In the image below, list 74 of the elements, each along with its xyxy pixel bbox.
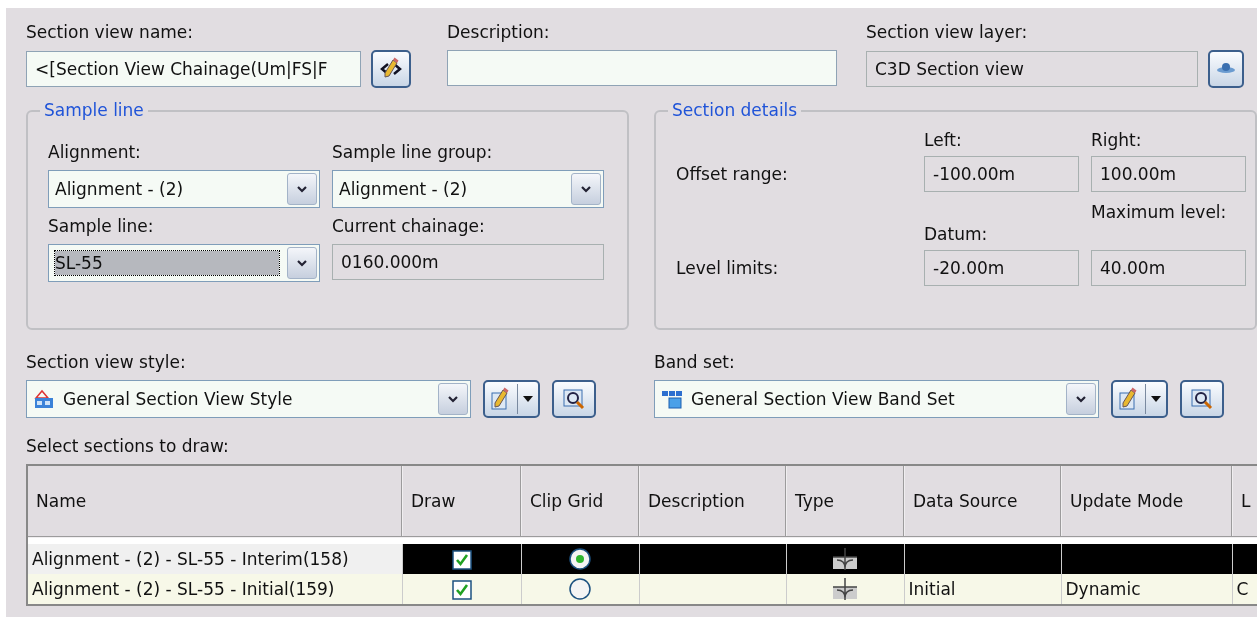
dropdown-button[interactable] [571, 173, 601, 205]
description-field[interactable] [447, 50, 837, 86]
column-header[interactable]: Data Source [904, 465, 1061, 537]
group-title: Sample line [40, 100, 148, 120]
field-label: Current chainage: [332, 216, 486, 236]
field-label: Description: [447, 22, 551, 42]
layer-button[interactable] [1208, 50, 1244, 88]
table-cell: C [1232, 574, 1257, 605]
table-row[interactable]: Alignment - (2) - SL-55 - Initial(159) Initial Dynamic C [27, 574, 1257, 605]
chevron-icon [447, 394, 459, 404]
section-type-icon [831, 578, 859, 600]
field-label: Datum: [924, 224, 989, 244]
dropdown-value: SL-55 [55, 251, 279, 275]
field-label: Sample line group: [332, 142, 494, 162]
table-cell [1232, 544, 1257, 574]
dropdown-field[interactable]: General Section View Band Set [654, 380, 1099, 418]
dropdown-value: Alignment - (2) [55, 179, 185, 199]
preview-button[interactable] [1180, 380, 1224, 418]
edit-split-button[interactable] [1111, 380, 1168, 418]
name-field[interactable]: <[Section View Chainage(Um|FS|F [26, 51, 361, 87]
column-header[interactable]: Description [639, 465, 786, 537]
chevron-icon [1075, 394, 1087, 404]
table-cell: Dynamic [1061, 574, 1232, 605]
chevron-icon [296, 258, 308, 268]
column-header[interactable]: Type [786, 465, 904, 537]
dropdown-button[interactable] [1066, 383, 1096, 415]
field-label: Alignment: [48, 142, 142, 162]
chevron-icon [296, 184, 308, 194]
column-header[interactable]: Name [27, 465, 402, 537]
dropdown-value: Alignment - (2) [339, 179, 469, 199]
edit-expression-button[interactable] [371, 50, 411, 88]
column-header[interactable]: Update Mode [1061, 465, 1232, 537]
field-label: Maximum level: [1091, 202, 1228, 222]
field-label: Section view name: [26, 22, 195, 42]
dropdown-button[interactable] [438, 383, 468, 415]
dropdown-button[interactable] [287, 247, 317, 279]
field-label: Sample line: [48, 216, 155, 236]
caret-icon [522, 395, 534, 403]
table-row[interactable]: Alignment - (2) - SL-55 - Interim(158) [27, 544, 1257, 574]
column-header[interactable]: Draw [402, 465, 521, 537]
column-header[interactable]: Clip Grid [521, 465, 639, 537]
checkbox[interactable] [451, 579, 472, 600]
chevron-icon [580, 184, 592, 194]
code-pencil-icon [379, 57, 403, 81]
dropdown-button[interactable] [287, 173, 317, 205]
row-label: Level limits: [676, 258, 780, 278]
dropdown-field[interactable]: Alignment - (2) [48, 170, 320, 208]
field-label: Band set: [654, 352, 736, 372]
table-cell: Initial [904, 574, 1061, 605]
field-label: Right: [1091, 130, 1143, 150]
dropdown-value: General Section View Style [63, 389, 294, 409]
radio-button[interactable] [569, 578, 591, 600]
section-type-icon [831, 548, 859, 570]
row-label: Offset range: [676, 164, 789, 184]
field-label: Left: [924, 130, 963, 150]
dropdown-field[interactable]: General Section View Style [26, 380, 471, 418]
radio-button[interactable] [569, 548, 591, 570]
dropdown-field[interactable]: Alignment - (2) [332, 170, 604, 208]
magnifier-icon [562, 388, 586, 410]
caret-icon [1150, 395, 1162, 403]
dropdown-field[interactable]: SL-55 [48, 244, 320, 282]
checkbox[interactable] [451, 549, 472, 570]
dropdown-value: General Section View Band Set [691, 389, 956, 409]
field-label: Section view style: [26, 352, 187, 372]
magnifier-icon [1190, 388, 1214, 410]
preview-button[interactable] [552, 380, 596, 418]
table-cell: Alignment - (2) - SL-55 - Initial(159) [27, 574, 402, 605]
field-label: Section view layer: [866, 22, 1029, 42]
table-label: Select sections to draw: [26, 436, 230, 456]
table-cell: Alignment - (2) - SL-55 - Interim(158) [27, 544, 402, 574]
edit-split-button[interactable] [483, 380, 540, 418]
style-icon [33, 388, 55, 410]
column-header[interactable]: L [1232, 465, 1257, 537]
band-set-icon [661, 388, 683, 410]
